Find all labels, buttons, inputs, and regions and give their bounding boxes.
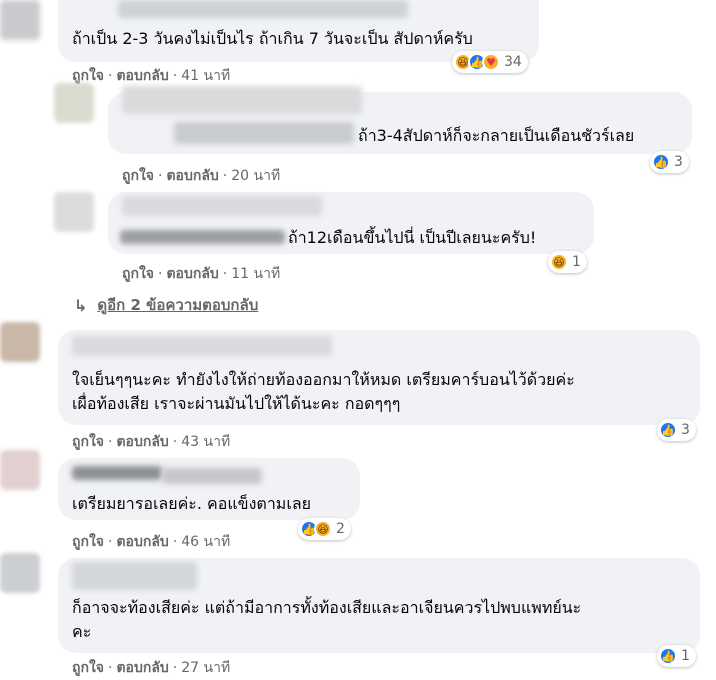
comment-bubble: ถ้า12เดือนขึ้นไปนี่ เป็นปีเลยนะครับ! xyxy=(108,192,594,254)
comment-actions: ถูกใจ · ตอบกลับ · 46 นาที xyxy=(72,531,230,553)
comment-text-line: ใจเย็นๆๆนะคะ ทำยังไงให้ถ่ายท้องออกมาให้ห… xyxy=(72,370,575,389)
comment-actions: ถูกใจ · ตอบกลับ · 11 นาที xyxy=(122,263,280,285)
reaction-count: 34 xyxy=(504,54,522,70)
like-button[interactable]: ถูกใจ xyxy=(72,657,104,679)
comment-text-line: เผื่อท้องเสีย เราจะผ่านมันไปให้ได้นะคะ ก… xyxy=(72,394,401,413)
avatar[interactable] xyxy=(0,322,40,362)
reply-button[interactable]: ตอบกลับ xyxy=(116,65,168,87)
timestamp[interactable]: 43 นาที xyxy=(181,431,230,453)
comment-bubble: เตรียมยารอเลยค่ะ. คอแข็งตามเลย xyxy=(58,458,360,520)
author-name[interactable] xyxy=(122,86,362,114)
comment-actions: ถูกใจ · ตอบกลับ · 27 นาที xyxy=(72,657,230,679)
reply-button[interactable]: ตอบกลับ xyxy=(116,431,168,453)
comment-actions: ถูกใจ · ตอบกลับ · 20 นาที xyxy=(122,165,280,187)
comment-text: ถ้า3-4สัปดาห์ก็จะกลายเป็นเดือนชัวร์เลย xyxy=(358,126,635,145)
like-icon: 👍 xyxy=(659,421,677,439)
author-name[interactable] xyxy=(72,466,162,480)
avatar[interactable] xyxy=(54,192,94,232)
timestamp[interactable]: 11 นาที xyxy=(231,263,280,285)
like-button[interactable]: ถูกใจ xyxy=(72,431,104,453)
comment-text-line: คะ xyxy=(72,622,92,641)
comment-text: เตรียมยารอเลยค่ะ. คอแข็งตามเลย xyxy=(72,494,311,513)
like-button[interactable]: ถูกใจ xyxy=(72,531,104,553)
reply-button[interactable]: ตอบกลับ xyxy=(116,531,168,553)
reply-arrow-icon: ↳ xyxy=(74,295,88,315)
reaction-count: 3 xyxy=(681,422,690,438)
author-name[interactable] xyxy=(122,196,322,216)
like-button[interactable]: ถูกใจ xyxy=(122,165,154,187)
reaction-count: 1 xyxy=(572,254,581,270)
author-name[interactable] xyxy=(118,0,408,18)
timestamp[interactable]: 20 นาที xyxy=(231,165,280,187)
author-name-extra xyxy=(162,468,262,484)
reaction-count: 2 xyxy=(336,521,345,537)
like-icon: 👍 xyxy=(652,153,670,171)
blurred-text xyxy=(120,230,285,244)
haha-icon: 😆 xyxy=(314,520,332,538)
blurred-text xyxy=(174,122,354,144)
avatar[interactable] xyxy=(0,0,40,40)
comment-actions: ถูกใจ · ตอบกลับ · 43 นาที xyxy=(72,431,230,453)
reaction-count: 3 xyxy=(674,154,683,170)
avatar[interactable] xyxy=(54,83,94,123)
avatar[interactable] xyxy=(0,553,40,593)
comment-text: ถ้าเป็น 2-3 วันคงไม่เป็นไร ถ้าเกิน 7 วัน… xyxy=(72,29,473,48)
comment-text: ถ้า12เดือนขึ้นไปนี่ เป็นปีเลยนะครับ! xyxy=(288,228,537,247)
haha-icon: 😆 xyxy=(550,253,568,271)
comment-bubble: ก็อาจจะท้องเสียค่ะ แต่ถ้ามีอาการทั้งท้อง… xyxy=(58,558,700,653)
reaction-summary[interactable]: 👍 😆 2 xyxy=(298,518,351,540)
like-icon: 👍 xyxy=(659,647,677,665)
reply-button[interactable]: ตอบกลับ xyxy=(166,263,218,285)
view-more-replies-link[interactable]: ↳ ดูอีก 2 ข้อความตอบกลับ xyxy=(74,293,258,317)
like-button[interactable]: ถูกใจ xyxy=(122,263,154,285)
author-name[interactable] xyxy=(72,562,197,590)
reaction-summary[interactable]: 👍 3 xyxy=(657,419,696,441)
care-icon: ♥ xyxy=(482,53,500,71)
comment-actions: ถูกใจ · ตอบกลับ · 41 นาที xyxy=(72,65,230,87)
reply-button[interactable]: ตอบกลับ xyxy=(116,657,168,679)
author-name[interactable] xyxy=(72,336,332,356)
reply-button[interactable]: ตอบกลับ xyxy=(166,165,218,187)
timestamp[interactable]: 27 นาที xyxy=(181,657,230,679)
comment-bubble: ใจเย็นๆๆนะคะ ทำยังไงให้ถ่ายท้องออกมาให้ห… xyxy=(58,330,700,425)
timestamp[interactable]: 41 นาที xyxy=(181,65,230,87)
comment-text-line: ก็อาจจะท้องเสียค่ะ แต่ถ้ามีอาการทั้งท้อง… xyxy=(72,598,582,617)
reaction-summary[interactable]: 😆 👍 ♥ 34 xyxy=(452,51,528,73)
avatar[interactable] xyxy=(0,450,40,490)
comment-bubble: ถ้า3-4สัปดาห์ก็จะกลายเป็นเดือนชัวร์เลย xyxy=(108,86,692,154)
timestamp[interactable]: 46 นาที xyxy=(181,531,230,553)
reaction-summary[interactable]: 😆 1 xyxy=(548,251,587,273)
reaction-count: 1 xyxy=(681,648,690,664)
reaction-summary[interactable]: 👍 3 xyxy=(650,151,689,173)
reaction-summary[interactable]: 👍 1 xyxy=(657,645,696,667)
